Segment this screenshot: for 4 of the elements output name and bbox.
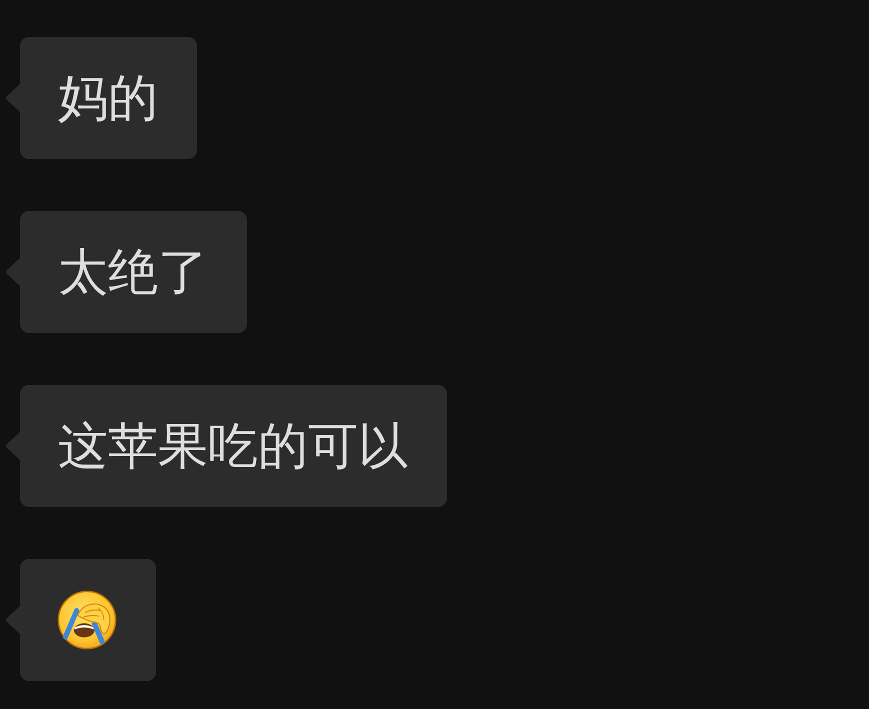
message-text: 妈的 (58, 68, 158, 128)
message-text: 这苹果吃的可以 (58, 416, 408, 476)
facepalm-crying-emoji-icon (57, 590, 117, 650)
message-text: 太绝了 (58, 242, 208, 302)
